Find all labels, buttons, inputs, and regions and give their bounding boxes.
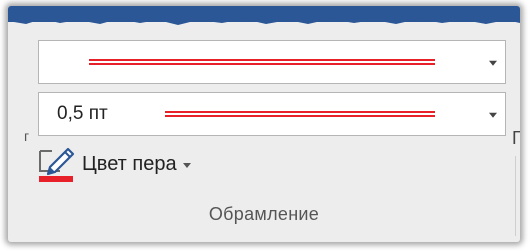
line-weight-dropdown[interactable]: 0,5 пт: [38, 92, 506, 136]
chevron-down-icon[interactable]: [489, 112, 497, 118]
pen-color-label: Цвет пера: [82, 152, 177, 175]
chevron-down-icon[interactable]: [182, 163, 191, 168]
pen-icon: [38, 145, 76, 183]
torn-edge: [8, 16, 520, 25]
group-title: Обрамление: [208, 204, 320, 224]
line-weight-value: 0,5 пт: [57, 103, 108, 124]
group-separator: [515, 156, 516, 236]
pen-color-swatch: [39, 176, 73, 182]
line-style-dropdown[interactable]: [38, 40, 506, 84]
adjacent-control-fragment: г: [24, 128, 30, 144]
line-style-preview: [89, 59, 435, 65]
line-weight-preview: [165, 111, 435, 117]
adjacent-control-fragment: Г: [512, 128, 520, 148]
ribbon-group-panel: 0,5 пт г Г Цвет пера Обрамление: [8, 6, 520, 242]
chevron-down-icon[interactable]: [489, 60, 497, 66]
pen-color-button[interactable]: Цвет пера: [38, 144, 191, 184]
